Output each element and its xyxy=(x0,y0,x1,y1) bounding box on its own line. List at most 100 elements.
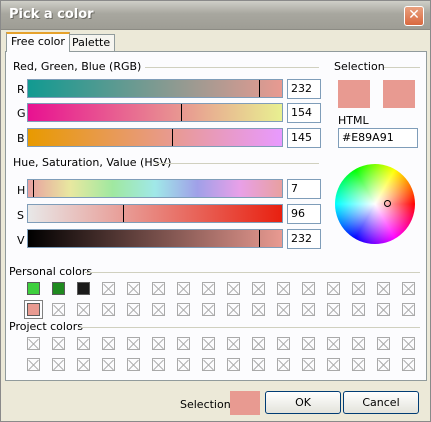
red-input[interactable]: 232 xyxy=(287,79,321,99)
empty-color-slot[interactable] xyxy=(402,282,415,295)
empty-color-slot[interactable] xyxy=(202,358,215,371)
empty-color-slot[interactable] xyxy=(27,358,40,371)
green-slider[interactable] xyxy=(27,103,283,122)
empty-color-slot[interactable] xyxy=(327,303,340,316)
empty-color-slot[interactable] xyxy=(102,282,115,295)
empty-color-slot[interactable] xyxy=(227,358,240,371)
saturation-slider[interactable] xyxy=(27,204,283,223)
saturation-input[interactable]: 96 xyxy=(287,204,321,224)
footer-selection-label: Selection xyxy=(180,398,231,411)
empty-color-slot[interactable] xyxy=(377,337,390,350)
empty-color-slot[interactable] xyxy=(277,282,290,295)
close-icon[interactable]: ✕ xyxy=(404,6,424,26)
empty-color-slot[interactable] xyxy=(302,358,315,371)
empty-color-slot[interactable] xyxy=(102,337,115,350)
empty-color-slot[interactable] xyxy=(302,303,315,316)
green-slider-thumb[interactable] xyxy=(181,104,182,121)
empty-color-slot[interactable] xyxy=(177,337,190,350)
value-input[interactable]: 232 xyxy=(287,229,321,249)
empty-color-slot[interactable] xyxy=(227,303,240,316)
empty-color-slot[interactable] xyxy=(27,337,40,350)
value-label: V xyxy=(17,234,25,247)
empty-color-slot[interactable] xyxy=(327,358,340,371)
empty-color-slot[interactable] xyxy=(102,358,115,371)
empty-color-slot[interactable] xyxy=(202,282,215,295)
color-swatch[interactable] xyxy=(27,282,40,295)
cancel-button[interactable]: Cancel xyxy=(343,391,419,414)
empty-color-slot[interactable] xyxy=(377,282,390,295)
empty-color-slot[interactable] xyxy=(352,282,365,295)
empty-color-slot[interactable] xyxy=(302,282,315,295)
ok-button[interactable]: OK xyxy=(265,391,341,414)
empty-color-slot[interactable] xyxy=(352,303,365,316)
empty-color-slot[interactable] xyxy=(52,303,65,316)
hue-input[interactable]: 7 xyxy=(287,179,321,199)
empty-color-slot[interactable] xyxy=(252,303,265,316)
empty-color-slot[interactable] xyxy=(277,303,290,316)
wheel-selection-marker[interactable] xyxy=(384,200,391,207)
empty-color-slot[interactable] xyxy=(152,282,165,295)
hue-slider[interactable] xyxy=(27,179,283,198)
personal-colors-label: Personal colors xyxy=(9,265,96,278)
empty-color-slot[interactable] xyxy=(377,303,390,316)
empty-color-slot[interactable] xyxy=(327,337,340,350)
html-color-input[interactable]: #E89A91 xyxy=(338,128,418,148)
color-swatch[interactable] xyxy=(24,300,43,319)
value-slider-thumb[interactable] xyxy=(259,230,260,247)
empty-color-slot[interactable] xyxy=(177,303,190,316)
empty-color-slot[interactable] xyxy=(77,358,90,371)
color-swatch[interactable] xyxy=(52,282,65,295)
value-slider[interactable] xyxy=(27,229,283,248)
empty-color-slot[interactable] xyxy=(352,337,365,350)
blue-input[interactable]: 145 xyxy=(287,128,321,148)
empty-color-slot[interactable] xyxy=(277,358,290,371)
empty-color-slot[interactable] xyxy=(152,303,165,316)
empty-color-slot[interactable] xyxy=(402,303,415,316)
empty-color-slot[interactable] xyxy=(402,337,415,350)
tab-free-color[interactable]: Free color xyxy=(6,32,70,52)
empty-color-slot[interactable] xyxy=(227,282,240,295)
empty-color-slot[interactable] xyxy=(202,303,215,316)
empty-color-slot[interactable] xyxy=(127,337,140,350)
empty-color-slot[interactable] xyxy=(327,282,340,295)
red-label: R xyxy=(17,83,25,96)
hue-slider-thumb[interactable] xyxy=(33,180,34,197)
green-label: G xyxy=(17,107,26,120)
empty-color-slot[interactable] xyxy=(52,358,65,371)
red-slider-thumb[interactable] xyxy=(259,80,260,97)
empty-color-slot[interactable] xyxy=(77,337,90,350)
tab-palette[interactable]: Palette xyxy=(67,34,116,52)
empty-color-slot[interactable] xyxy=(277,337,290,350)
color-swatch[interactable] xyxy=(77,282,90,295)
empty-color-slot[interactable] xyxy=(377,358,390,371)
personal-colors-separator xyxy=(85,272,420,273)
empty-color-slot[interactable] xyxy=(202,337,215,350)
hsv-group-label: Hue, Saturation, Value (HSV) xyxy=(13,156,175,169)
empty-color-slot[interactable] xyxy=(177,358,190,371)
selection-separator xyxy=(384,67,420,68)
hsv-color-wheel[interactable] xyxy=(335,164,415,244)
red-slider[interactable] xyxy=(27,79,283,98)
empty-color-slot[interactable] xyxy=(252,337,265,350)
empty-color-slot[interactable] xyxy=(402,358,415,371)
empty-color-slot[interactable] xyxy=(127,303,140,316)
empty-color-slot[interactable] xyxy=(152,337,165,350)
empty-color-slot[interactable] xyxy=(127,358,140,371)
saturation-slider-thumb[interactable] xyxy=(123,205,124,222)
empty-color-slot[interactable] xyxy=(352,358,365,371)
blue-label: B xyxy=(17,132,25,145)
empty-color-slot[interactable] xyxy=(177,282,190,295)
empty-color-slot[interactable] xyxy=(52,337,65,350)
empty-color-slot[interactable] xyxy=(227,337,240,350)
empty-color-slot[interactable] xyxy=(102,303,115,316)
empty-color-slot[interactable] xyxy=(77,303,90,316)
title-bar[interactable]: Pick a color ✕ xyxy=(1,1,430,30)
green-input[interactable]: 154 xyxy=(287,103,321,123)
empty-color-slot[interactable] xyxy=(252,358,265,371)
blue-slider-thumb[interactable] xyxy=(172,129,173,146)
empty-color-slot[interactable] xyxy=(127,282,140,295)
blue-slider[interactable] xyxy=(27,128,283,147)
empty-color-slot[interactable] xyxy=(302,337,315,350)
empty-color-slot[interactable] xyxy=(152,358,165,371)
empty-color-slot[interactable] xyxy=(252,282,265,295)
